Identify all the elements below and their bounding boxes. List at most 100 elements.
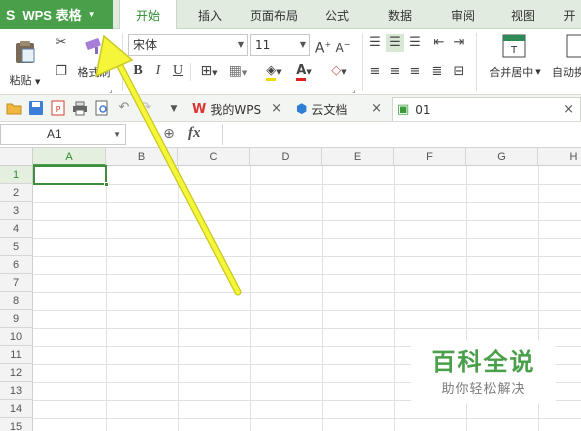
row-header[interactable]: 11 <box>0 346 33 364</box>
doc-tab-spreadsheet[interactable]: ▣ 01 × <box>392 97 581 121</box>
row-header[interactable]: 12 <box>0 364 33 382</box>
row-header[interactable]: 6 <box>0 256 33 274</box>
row-header[interactable]: 2 <box>0 184 33 202</box>
row-header[interactable]: 9 <box>0 310 33 328</box>
column-header-b[interactable]: B <box>106 148 178 166</box>
clear-format-icon[interactable]: ◇▼ <box>326 62 352 81</box>
align-center-icon[interactable]: ≡ <box>386 63 404 81</box>
close-icon[interactable]: × <box>563 102 574 117</box>
align-left-icon[interactable]: ≡ <box>366 63 384 81</box>
row-header[interactable]: 7 <box>0 274 33 292</box>
row-header[interactable]: 1 <box>0 166 33 184</box>
name-box-value: A1 <box>47 127 62 141</box>
column-header-f[interactable]: F <box>394 148 466 166</box>
chevron-down-icon: ▼ <box>35 77 41 86</box>
select-all-corner[interactable] <box>0 148 33 166</box>
grid-line <box>394 166 395 431</box>
merge-cells-icon[interactable]: T <box>502 34 526 58</box>
print-preview-icon[interactable] <box>94 100 110 116</box>
fill-handle[interactable] <box>104 182 109 187</box>
clipboard-icon <box>16 40 35 63</box>
format-painter-button[interactable]: 格式刷 <box>74 63 114 81</box>
insert-function-button[interactable]: fx <box>188 125 201 142</box>
grid-line <box>33 238 581 239</box>
cell-style-icon[interactable]: ▦▼ <box>225 62 251 82</box>
column-header-h[interactable]: H <box>538 148 581 166</box>
cut-icon[interactable]: ✂ <box>52 34 70 52</box>
tab-review[interactable]: 审阅 <box>440 0 486 29</box>
zoom-search-icon[interactable]: ⊕ <box>160 125 178 143</box>
border-icon[interactable]: ⊞▼ <box>196 62 222 82</box>
copy-icon[interactable]: ❐ <box>52 63 70 81</box>
tab-insert[interactable]: 插入 <box>187 0 233 29</box>
increase-indent-icon[interactable]: ⇥ <box>450 34 468 52</box>
decrease-font-icon[interactable]: A− <box>334 36 352 57</box>
print-icon[interactable] <box>72 100 88 116</box>
justify-icon[interactable]: ≣ <box>428 63 446 81</box>
column-header-a[interactable]: A <box>33 148 106 166</box>
chevron-down-icon: ▼ <box>87 10 96 19</box>
font-color-icon[interactable]: A▼ <box>290 62 318 81</box>
format-painter-label: 格式刷 <box>77 66 111 79</box>
row-header[interactable]: 8 <box>0 292 33 310</box>
active-cell-a1[interactable] <box>33 165 109 187</box>
column-header-c[interactable]: C <box>178 148 250 166</box>
paste-button[interactable]: 粘贴 ▼ <box>6 33 44 93</box>
row-header[interactable]: 15 <box>0 418 33 431</box>
tab-home[interactable]: 开始 <box>119 0 177 30</box>
bold-icon[interactable]: B <box>130 62 146 80</box>
row-header[interactable]: 13 <box>0 382 33 400</box>
fill-color-icon[interactable]: ◈▼ <box>260 62 288 81</box>
close-icon[interactable]: × <box>371 101 382 116</box>
doc-tab-my-wps[interactable]: W 我的WPS × <box>188 97 288 121</box>
app-menu-button[interactable]: S WPS 表格 ▼ <box>0 0 113 29</box>
column-header-d[interactable]: D <box>250 148 322 166</box>
merge-center-button[interactable]: 合并居中 ▼ <box>482 63 548 81</box>
distributed-align-icon[interactable]: ⊟ <box>450 63 468 81</box>
grid-line <box>33 202 581 203</box>
row-header[interactable]: 3 <box>0 202 33 220</box>
align-right-icon[interactable]: ≡ <box>406 63 424 81</box>
save-icon[interactable] <box>28 100 44 116</box>
formula-input[interactable] <box>222 124 581 145</box>
ribbon-divider <box>476 33 477 91</box>
chevron-down-icon: ▼ <box>535 68 541 76</box>
name-box[interactable]: A1 ▼ <box>0 124 126 145</box>
row-header[interactable]: 14 <box>0 400 33 418</box>
close-icon[interactable]: × <box>271 101 282 116</box>
column-header-g[interactable]: G <box>466 148 538 166</box>
row-header[interactable]: 4 <box>0 220 33 238</box>
wrap-text-icon[interactable] <box>566 34 581 58</box>
tab-developer[interactable]: 开 <box>558 0 581 29</box>
align-top-icon[interactable]: ☰ <box>366 34 384 52</box>
export-pdf-icon[interactable]: P <box>50 100 66 116</box>
tab-data[interactable]: 数据 <box>377 0 423 29</box>
increase-font-icon[interactable]: A+ <box>314 36 332 58</box>
tab-view[interactable]: 视图 <box>500 0 546 29</box>
wrap-text-button[interactable]: 自动换 <box>552 63 581 81</box>
doc-tab-cloud[interactable]: ⬢ 云文档 × <box>292 97 388 121</box>
menu-tab-bar: S WPS 表格 ▼ 开始 插入 页面布局 公式 数据 审阅 视图 开 <box>0 0 581 30</box>
decrease-indent-icon[interactable]: ⇤ <box>430 34 448 52</box>
format-painter-icon[interactable] <box>84 37 106 55</box>
align-middle-icon[interactable]: ☰ <box>386 34 404 52</box>
column-header-e[interactable]: E <box>322 148 394 166</box>
row-header[interactable]: 10 <box>0 328 33 346</box>
formula-bar: A1 ▼ ⊕ fx <box>0 122 581 148</box>
tab-formulas[interactable]: 公式 <box>313 0 361 29</box>
cloud-doc-icon: ⬢ <box>296 101 308 117</box>
font-name-select[interactable]: 宋体 ▼ <box>128 34 248 56</box>
row-header[interactable]: 5 <box>0 238 33 256</box>
redo-icon[interactable]: ↷ <box>138 99 154 117</box>
grid-line <box>33 328 581 329</box>
paste-label: 粘贴 <box>9 73 32 87</box>
customize-toolbar-icon[interactable]: ▼ <box>168 100 180 118</box>
italic-icon[interactable]: I <box>150 62 166 80</box>
font-size-select[interactable]: 11 ▼ <box>250 34 310 56</box>
open-folder-icon[interactable] <box>6 100 22 116</box>
grid-line <box>33 292 581 293</box>
undo-icon[interactable]: ↶ <box>116 99 132 117</box>
align-bottom-icon[interactable]: ☰ <box>406 34 424 52</box>
underline-icon[interactable]: U <box>170 62 186 80</box>
tab-page-layout[interactable]: 页面布局 <box>243 0 305 29</box>
